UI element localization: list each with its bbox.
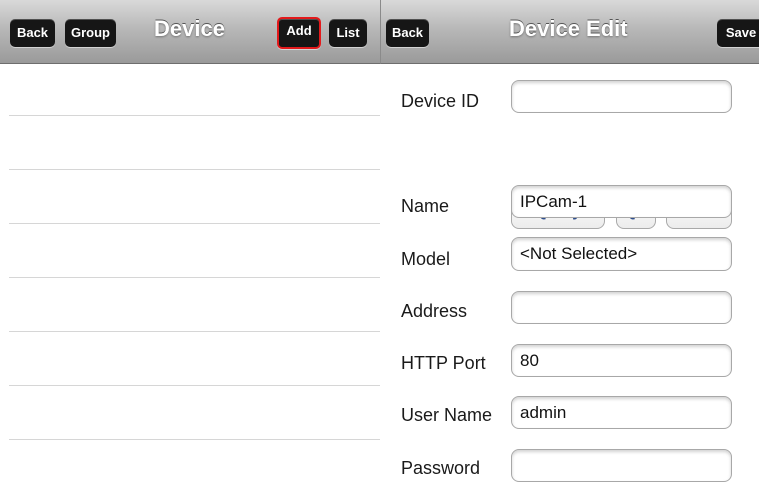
device-edit-nav-bar: Back Device Edit Save <box>380 0 759 64</box>
password-field[interactable] <box>511 449 732 482</box>
list-item[interactable] <box>9 64 380 116</box>
page-title: Device <box>154 16 225 41</box>
device-id-label: Device ID <box>401 91 480 111</box>
page-title: Device Edit <box>509 16 628 41</box>
list-button[interactable]: List <box>329 19 367 47</box>
password-label: Password <box>401 458 481 478</box>
device-list <box>0 64 380 489</box>
model-label: Model <box>401 249 451 269</box>
user-name-label: User Name <box>401 405 493 425</box>
list-item[interactable] <box>9 116 380 170</box>
address-field[interactable] <box>511 291 732 324</box>
device-edit-form: Device ID Query QR LAN Name Model <Not S… <box>380 64 759 489</box>
list-item[interactable] <box>9 278 380 332</box>
name-field[interactable] <box>511 185 732 218</box>
list-item[interactable] <box>9 386 380 440</box>
list-item[interactable] <box>9 332 380 386</box>
list-item[interactable] <box>9 224 380 278</box>
address-label: Address <box>401 301 468 321</box>
save-button[interactable]: Save <box>717 19 759 47</box>
model-select[interactable]: <Not Selected> <box>511 237 732 271</box>
device-id-field[interactable] <box>511 80 732 113</box>
back-button[interactable]: Back <box>386 19 429 47</box>
http-port-field[interactable] <box>511 344 732 377</box>
back-button[interactable]: Back <box>10 19 55 47</box>
add-device-button[interactable]: Add <box>277 17 321 49</box>
group-button[interactable]: Group <box>65 19 116 47</box>
name-label: Name <box>401 196 450 216</box>
device-list-nav-bar: Back Group Device Add List <box>0 0 380 64</box>
http-port-label: HTTP Port <box>401 353 486 373</box>
list-item[interactable] <box>9 170 380 224</box>
user-name-field[interactable] <box>511 396 732 429</box>
